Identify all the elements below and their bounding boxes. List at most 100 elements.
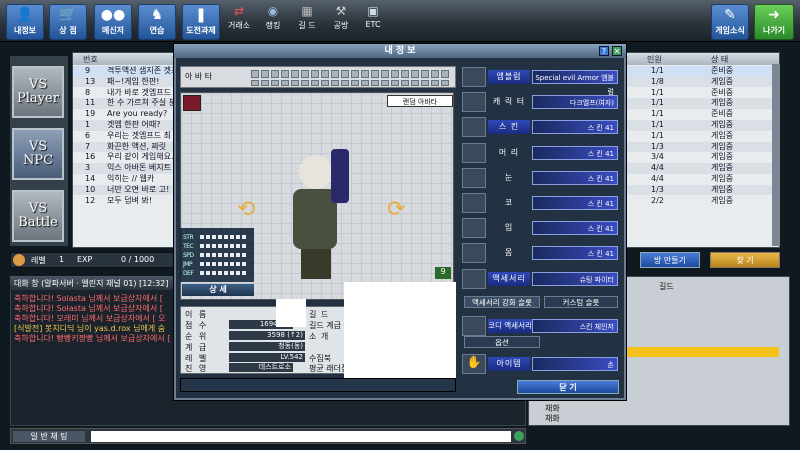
equipment-slot[interactable]: 스 킨 스 킨 41 xyxy=(462,117,618,138)
avatar-slot[interactable] xyxy=(331,80,339,86)
vs-battle-button[interactable]: VS Battle xyxy=(12,190,64,242)
avatar-slot[interactable] xyxy=(341,70,349,78)
avatar-slot[interactable] xyxy=(301,80,309,86)
avatar-slot[interactable] xyxy=(371,70,379,78)
avatar-slot[interactable] xyxy=(351,70,359,78)
avatar-slot[interactable] xyxy=(431,80,439,86)
help-icon[interactable]: ? xyxy=(599,46,609,56)
grade-value: 청동(동) xyxy=(229,342,305,351)
tec-bar xyxy=(200,244,248,248)
rotate-left-icon[interactable]: ⟲ xyxy=(237,197,255,222)
my-info-button[interactable]: 👤 내정보 xyxy=(6,4,44,40)
avatar-slot[interactable] xyxy=(431,70,439,78)
level-icon xyxy=(13,254,25,266)
chat-message: 축하합니다! 빵빵키짱빵 님께서 보급상자에서 [ xyxy=(14,334,171,343)
exchange-button[interactable]: ⇄ 거래소 xyxy=(222,4,256,31)
avatar-slot[interactable] xyxy=(401,80,409,86)
avatar-slot[interactable] xyxy=(421,70,429,78)
find-room-button[interactable]: 찾 기 xyxy=(710,252,780,268)
avatar-slot[interactable] xyxy=(361,70,369,78)
avatar-slot[interactable] xyxy=(341,80,349,86)
avatar-slot[interactable] xyxy=(331,70,339,78)
equipment-slot[interactable]: 엠블럼 Special evil Armor 엠블럼 xyxy=(462,67,618,96)
user-list-item[interactable]: 채화 xyxy=(545,413,560,424)
chat-channel-select[interactable]: 일 반 채 팅 xyxy=(13,431,85,442)
equipment-slot[interactable]: 머 리 스 킨 41 xyxy=(462,142,618,163)
avatar-slot[interactable] xyxy=(441,80,449,86)
avatar-slot[interactable] xyxy=(441,70,449,78)
item-slot[interactable]: ✋ 아이템 손 xyxy=(462,354,618,374)
equipment-icon xyxy=(462,218,486,239)
avatar-slot[interactable] xyxy=(391,70,399,78)
avatar-slot[interactable] xyxy=(301,70,309,78)
avatar-slot[interactable] xyxy=(251,80,259,86)
avatar-slot[interactable] xyxy=(261,70,269,78)
avatar-slot[interactable] xyxy=(311,80,319,86)
workshop-button[interactable]: ⚒ 공방 xyxy=(324,4,358,31)
send-icon[interactable] xyxy=(514,431,524,441)
room-list-scrollbar[interactable] xyxy=(772,64,780,246)
trophy-icon: ❚ xyxy=(195,7,207,23)
equipment-slot[interactable]: 입 스 킨 41 xyxy=(462,218,618,239)
news-button[interactable]: ✎ 게임소식 xyxy=(711,4,749,40)
avatar-slot[interactable] xyxy=(411,80,419,86)
avatar-slot[interactable] xyxy=(381,70,389,78)
avatar-slot[interactable] xyxy=(351,80,359,86)
messenger-button[interactable]: ●● 메신저 xyxy=(94,4,132,40)
exit-button[interactable]: ➜ 나가기 xyxy=(754,4,794,40)
make-room-button[interactable]: 방 만들기 xyxy=(640,252,700,268)
emblem-icon xyxy=(183,95,201,111)
avatar-slot[interactable] xyxy=(261,80,269,86)
def-bar xyxy=(200,271,248,275)
avatar-slot[interactable] xyxy=(421,80,429,86)
avatar-slot-strip: 아 바 타 xyxy=(180,66,456,88)
equipment-slot[interactable]: 눈 스 킨 41 xyxy=(462,167,618,188)
close-icon[interactable]: ✕ xyxy=(612,46,622,56)
character-legs xyxy=(301,249,331,279)
guild-button[interactable]: ▦ 길 드 xyxy=(290,4,324,31)
detail-button[interactable]: 상 세 xyxy=(182,284,254,296)
avatar-slot[interactable] xyxy=(291,70,299,78)
exchange-icon: ⇄ xyxy=(233,4,245,18)
avatar-slot[interactable] xyxy=(271,70,279,78)
avatar-slot[interactable] xyxy=(381,80,389,86)
custom-slot-tab[interactable]: 커스텀 슬롯 xyxy=(544,296,618,308)
avatar-slot[interactable] xyxy=(321,70,329,78)
avatar-slot[interactable] xyxy=(251,70,259,78)
rotate-right-icon[interactable]: ⟳ xyxy=(387,197,405,222)
avatar-slot[interactable] xyxy=(401,70,409,78)
avatar-slot[interactable] xyxy=(361,80,369,86)
equipment-slot[interactable]: 캐 릭 터 다크엘프(여자) xyxy=(462,92,618,113)
companion-figure xyxy=(331,149,349,203)
avatar-slot[interactable] xyxy=(391,80,399,86)
avatar-slot[interactable] xyxy=(311,70,319,78)
codi-icon xyxy=(462,316,486,336)
avatar-slot[interactable] xyxy=(411,70,419,78)
practice-button[interactable]: ♞ 연습 xyxy=(138,4,176,40)
guild-tab[interactable]: 길드 xyxy=(659,281,674,292)
random-avatar-button[interactable]: 랜덤 아바타 xyxy=(387,95,453,107)
option-button[interactable]: 옵션 xyxy=(464,336,540,348)
equipment-slot[interactable]: 코 스 킨 41 xyxy=(462,193,618,213)
avatar-slot[interactable] xyxy=(281,80,289,86)
challenge-button[interactable]: ❚ 도전과제 xyxy=(182,4,220,40)
avatar-slot[interactable] xyxy=(321,80,329,86)
stats-panel: STR TEC SPD JMP DEF xyxy=(180,228,254,282)
equipment-slot[interactable]: 액세서리 슈팅 파이터 xyxy=(462,268,618,289)
avatar-slot[interactable] xyxy=(371,80,379,86)
vs-player-button[interactable]: VS Player xyxy=(12,66,64,118)
etc-button[interactable]: ▣ ETC xyxy=(356,4,390,29)
avatar-slot[interactable] xyxy=(291,80,299,86)
vs-npc-button[interactable]: VS NPC xyxy=(12,128,64,180)
chat-input[interactable] xyxy=(91,431,511,442)
shop-button[interactable]: 🛒 상 점 xyxy=(49,4,87,40)
equipment-slot[interactable]: 몸 스 킨 41 xyxy=(462,243,618,264)
avatar-slot[interactable] xyxy=(281,70,289,78)
close-button[interactable]: 닫 기 xyxy=(517,380,619,394)
equipment-icon xyxy=(462,193,486,213)
chat-input-bar[interactable]: 일 반 채 팅 xyxy=(10,428,526,444)
accessory-enhance-slot-tab[interactable]: 액세서리 강화 슬롯 xyxy=(464,296,540,308)
ranking-button[interactable]: ◉ 랭킹 xyxy=(256,4,290,31)
codi-accessory-slot[interactable]: 코디 액세서리 스킨 체인저 xyxy=(462,316,618,336)
avatar-slot[interactable] xyxy=(271,80,279,86)
